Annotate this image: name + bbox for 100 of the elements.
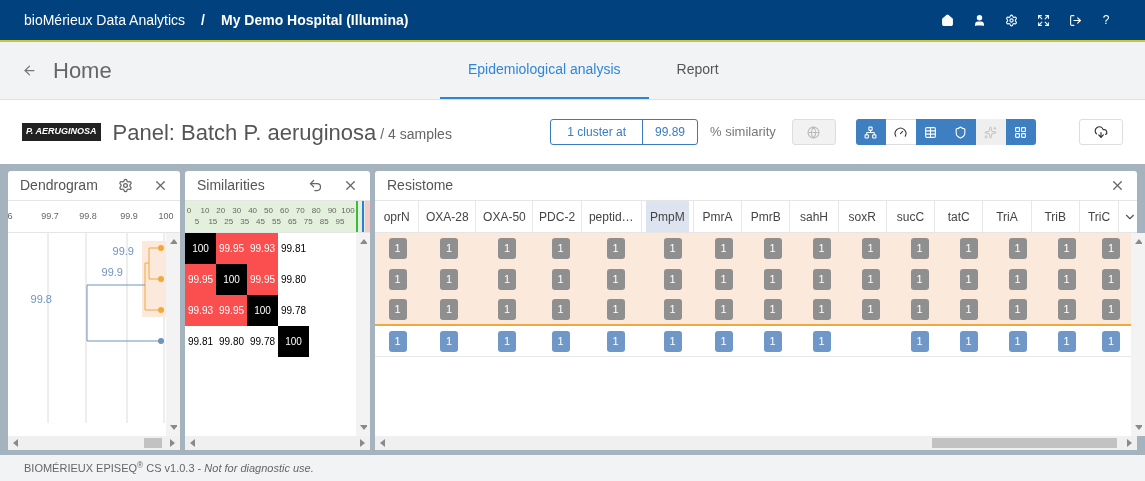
shield-view-toggle[interactable] <box>945 119 976 145</box>
column-header[interactable]: tatC <box>943 201 974 232</box>
user-icon[interactable] <box>972 13 986 27</box>
scroll-right-arrow-icon[interactable] <box>358 438 366 448</box>
column-header[interactable]: PmrB <box>746 201 785 232</box>
gene-badge: 1 <box>714 330 733 352</box>
similarity-field[interactable]: 99.89 <box>643 120 698 144</box>
logout-icon[interactable] <box>1068 13 1082 27</box>
gene-badge: 1 <box>959 238 978 259</box>
gene-badge: 1 <box>440 238 458 259</box>
gauge-icon[interactable] <box>894 125 908 139</box>
scroll-up-arrow-icon[interactable] <box>359 237 367 247</box>
cloud-download-icon[interactable] <box>1094 125 1108 139</box>
column-header[interactable]: sucC <box>892 201 929 232</box>
scroll-up-arrow-icon[interactable] <box>1134 237 1142 247</box>
column-header[interactable]: OXA-50 <box>479 201 530 232</box>
leaf-node[interactable] <box>158 307 164 313</box>
hospital-name[interactable]: My Demo Hospital (Illumina) <box>220 9 931 31</box>
horizontal-scrollbar[interactable] <box>375 436 1137 450</box>
download-button[interactable] <box>1079 119 1123 145</box>
gene-badge: 1 <box>1008 269 1027 290</box>
scroll-left-arrow-icon[interactable] <box>379 438 387 448</box>
app-title[interactable]: bioMérieux Data Analytics <box>24 9 186 31</box>
leaf-node[interactable] <box>158 276 164 282</box>
cluster-threshold-control[interactable]: 1 cluster at 99.89 <box>550 119 699 145</box>
column-header[interactable]: TriB <box>1040 201 1070 232</box>
scroll-left-arrow-icon[interactable] <box>189 438 197 448</box>
column-header[interactable]: TriC <box>1083 201 1115 232</box>
scroll-right-arrow-icon[interactable] <box>1125 438 1133 448</box>
expand-icon[interactable] <box>1036 13 1050 27</box>
leaf-node[interactable] <box>158 338 164 344</box>
horizontal-scrollbar[interactable] <box>8 436 180 450</box>
gene-badge: 1 <box>606 299 625 320</box>
gene-badge: 1 <box>959 299 978 320</box>
gene-badge: 1 <box>861 238 880 259</box>
gene-badge: 1 <box>1102 269 1120 290</box>
column-header[interactable]: TriA <box>992 201 1022 232</box>
panel-title: Dendrogram <box>20 176 99 195</box>
column-header[interactable]: PmrA <box>698 201 737 232</box>
gene-badge: 1 <box>606 238 625 259</box>
gene-badge: 1 <box>498 299 516 320</box>
tree-icon[interactable] <box>864 125 878 139</box>
species-logo: P. AERUGINOSA <box>22 123 101 141</box>
column-header[interactable]: PmpM <box>646 201 689 232</box>
threshold-handle[interactable] <box>362 201 364 232</box>
gene-badge: 1 <box>861 299 880 320</box>
scroll-left-arrow-icon[interactable] <box>12 438 20 448</box>
gene-badge: 1 <box>959 330 978 352</box>
column-header[interactable]: PDC-2 <box>535 201 580 232</box>
column-header[interactable]: oprN <box>379 201 414 232</box>
gene-badge: 1 <box>959 269 978 290</box>
gene-badge: 1 <box>714 299 733 320</box>
home-icon[interactable] <box>940 13 954 27</box>
help-button[interactable]: ? <box>1091 0 1121 40</box>
grid-view-toggle[interactable] <box>1005 119 1036 145</box>
gene-badge: 1 <box>910 299 929 320</box>
scroll-up-arrow-icon[interactable] <box>169 237 177 247</box>
grid-icon[interactable] <box>1014 125 1028 139</box>
similarity-ruler[interactable]: 0 5 10 15 20 25 30 35 40 45 50 55 60 65 70 75 80 85 90 95 100 <box>185 201 370 233</box>
close-icon[interactable] <box>343 178 358 193</box>
column-header[interactable]: soxR <box>844 201 880 232</box>
close-icon[interactable] <box>153 178 168 193</box>
gene-badge: 1 <box>910 238 929 259</box>
column-header[interactable]: sahH <box>796 201 833 232</box>
gene-badge: 1 <box>663 299 682 320</box>
gene-badge: 1 <box>388 330 407 352</box>
undo-icon[interactable] <box>308 178 323 193</box>
gene-badge: 1 <box>1102 299 1120 320</box>
close-icon[interactable] <box>1110 178 1125 193</box>
nav-tab[interactable]: Report <box>648 42 747 99</box>
horizontal-scrollbar[interactable] <box>185 436 370 450</box>
scrollbar-thumb[interactable] <box>932 438 1117 448</box>
gene-badge: 1 <box>1008 238 1027 259</box>
shield-icon[interactable] <box>954 125 968 139</box>
scroll-down-arrow-icon[interactable] <box>359 422 367 432</box>
scroll-down-arrow-icon[interactable] <box>169 422 177 432</box>
back-arrow-icon[interactable] <box>22 63 37 78</box>
gene-badge: 1 <box>1102 330 1120 352</box>
table-icon[interactable] <box>924 125 938 139</box>
threshold-handle[interactable] <box>356 201 358 232</box>
gene-badge: 1 <box>551 330 570 352</box>
gene-badge: 1 <box>763 269 782 290</box>
column-header[interactable]: peptid… <box>584 201 638 232</box>
ruler-tick-label: 35 <box>240 217 250 226</box>
vertical-scrollbar[interactable] <box>166 233 180 436</box>
scroll-right-arrow-icon[interactable] <box>168 438 176 448</box>
vertical-scrollbar[interactable] <box>1131 233 1145 436</box>
column-header[interactable]: OXA-28 <box>422 201 473 232</box>
gauge-view-toggle[interactable] <box>885 119 916 145</box>
scrollbar-thumb[interactable] <box>144 438 162 448</box>
leaf-node[interactable] <box>158 245 164 251</box>
table-view-toggle[interactable] <box>915 119 946 145</box>
scroll-down-arrow-icon[interactable] <box>1134 422 1142 432</box>
globe-button[interactable] <box>791 119 836 145</box>
tree-view-toggle[interactable] <box>855 119 886 145</box>
settings-icon[interactable] <box>118 178 133 193</box>
gene-badge: 1 <box>606 269 625 290</box>
vertical-scrollbar[interactable] <box>356 233 370 436</box>
globe-icon[interactable] <box>807 125 821 139</box>
gene-badge: 1 <box>440 299 458 320</box>
